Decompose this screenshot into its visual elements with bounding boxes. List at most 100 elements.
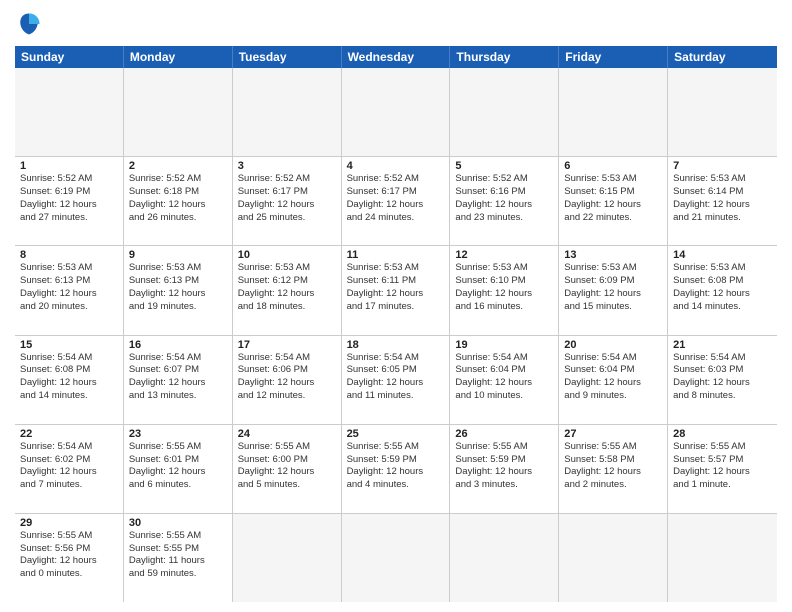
day-number: 14: [673, 249, 772, 261]
daylight: Daylight: 12 hours: [455, 288, 553, 301]
sunrise: Sunrise: 5:54 AM: [20, 441, 118, 454]
sunrise: Sunrise: 5:53 AM: [238, 262, 336, 275]
sunset: Sunset: 6:19 PM: [20, 186, 118, 199]
sunrise: Sunrise: 5:53 AM: [455, 262, 553, 275]
day-number: 12: [455, 249, 553, 261]
logo-icon: [15, 10, 43, 38]
sunrise: Sunrise: 5:54 AM: [347, 352, 445, 365]
daylight2: and 19 minutes.: [129, 301, 227, 314]
sunset: Sunset: 6:14 PM: [673, 186, 772, 199]
daylight2: and 23 minutes.: [455, 212, 553, 225]
calendar-cell: [342, 68, 451, 156]
sunset: Sunset: 6:07 PM: [129, 364, 227, 377]
daylight: Daylight: 12 hours: [238, 377, 336, 390]
sunset: Sunset: 5:55 PM: [129, 543, 227, 556]
sunset: Sunset: 6:00 PM: [238, 454, 336, 467]
daylight: Daylight: 12 hours: [564, 377, 662, 390]
daylight2: and 3 minutes.: [455, 479, 553, 492]
calendar-cell: [342, 514, 451, 602]
daylight: Daylight: 12 hours: [673, 377, 772, 390]
calendar-header: SundayMondayTuesdayWednesdayThursdayFrid…: [15, 46, 777, 68]
daylight2: and 8 minutes.: [673, 390, 772, 403]
daylight2: and 7 minutes.: [20, 479, 118, 492]
sunset: Sunset: 6:01 PM: [129, 454, 227, 467]
calendar-cell: 5 Sunrise: 5:52 AM Sunset: 6:16 PM Dayli…: [450, 157, 559, 245]
day-number: 2: [129, 160, 227, 172]
daylight: Daylight: 12 hours: [238, 466, 336, 479]
daylight: Daylight: 12 hours: [129, 199, 227, 212]
daylight: Daylight: 12 hours: [129, 466, 227, 479]
calendar-row: 1 Sunrise: 5:52 AM Sunset: 6:19 PM Dayli…: [15, 157, 777, 246]
calendar-cell: [233, 514, 342, 602]
calendar-cell: [668, 68, 777, 156]
sunset: Sunset: 6:08 PM: [20, 364, 118, 377]
sunrise: Sunrise: 5:54 AM: [20, 352, 118, 365]
sunset: Sunset: 6:13 PM: [129, 275, 227, 288]
daylight2: and 1 minute.: [673, 479, 772, 492]
sunrise: Sunrise: 5:52 AM: [129, 173, 227, 186]
sunset: Sunset: 6:06 PM: [238, 364, 336, 377]
day-number: 27: [564, 428, 662, 440]
day-header-wednesday: Wednesday: [342, 46, 451, 68]
calendar-cell: 13 Sunrise: 5:53 AM Sunset: 6:09 PM Dayl…: [559, 246, 668, 334]
calendar-cell: 16 Sunrise: 5:54 AM Sunset: 6:07 PM Dayl…: [124, 336, 233, 424]
daylight: Daylight: 12 hours: [20, 466, 118, 479]
sunrise: Sunrise: 5:55 AM: [455, 441, 553, 454]
day-number: 24: [238, 428, 336, 440]
day-number: 20: [564, 339, 662, 351]
daylight: Daylight: 12 hours: [129, 377, 227, 390]
sunrise: Sunrise: 5:55 AM: [129, 441, 227, 454]
sunset: Sunset: 6:04 PM: [455, 364, 553, 377]
day-number: 5: [455, 160, 553, 172]
sunrise: Sunrise: 5:55 AM: [564, 441, 662, 454]
calendar-cell: [15, 68, 124, 156]
calendar-cell: 20 Sunrise: 5:54 AM Sunset: 6:04 PM Dayl…: [559, 336, 668, 424]
calendar: SundayMondayTuesdayWednesdayThursdayFrid…: [15, 46, 777, 602]
sunrise: Sunrise: 5:55 AM: [673, 441, 772, 454]
calendar-cell: [668, 514, 777, 602]
calendar-cell: 28 Sunrise: 5:55 AM Sunset: 5:57 PM Dayl…: [668, 425, 777, 513]
day-number: 21: [673, 339, 772, 351]
calendar-cell: 11 Sunrise: 5:53 AM Sunset: 6:11 PM Dayl…: [342, 246, 451, 334]
calendar-cell: 18 Sunrise: 5:54 AM Sunset: 6:05 PM Dayl…: [342, 336, 451, 424]
sunset: Sunset: 6:17 PM: [347, 186, 445, 199]
daylight: Daylight: 12 hours: [347, 199, 445, 212]
day-header-saturday: Saturday: [668, 46, 777, 68]
sunrise: Sunrise: 5:54 AM: [673, 352, 772, 365]
daylight: Daylight: 12 hours: [347, 466, 445, 479]
sunrise: Sunrise: 5:55 AM: [238, 441, 336, 454]
calendar-cell: [450, 514, 559, 602]
sunrise: Sunrise: 5:54 AM: [238, 352, 336, 365]
logo: [15, 10, 47, 38]
daylight2: and 25 minutes.: [238, 212, 336, 225]
daylight2: and 16 minutes.: [455, 301, 553, 314]
daylight: Daylight: 12 hours: [347, 288, 445, 301]
daylight: Daylight: 12 hours: [673, 288, 772, 301]
calendar-cell: [124, 68, 233, 156]
daylight2: and 14 minutes.: [20, 390, 118, 403]
calendar-cell: 17 Sunrise: 5:54 AM Sunset: 6:06 PM Dayl…: [233, 336, 342, 424]
calendar-cell: 6 Sunrise: 5:53 AM Sunset: 6:15 PM Dayli…: [559, 157, 668, 245]
day-header-tuesday: Tuesday: [233, 46, 342, 68]
sunrise: Sunrise: 5:52 AM: [238, 173, 336, 186]
day-number: 10: [238, 249, 336, 261]
day-number: 7: [673, 160, 772, 172]
day-number: 3: [238, 160, 336, 172]
sunset: Sunset: 5:56 PM: [20, 543, 118, 556]
day-number: 8: [20, 249, 118, 261]
day-number: 26: [455, 428, 553, 440]
sunset: Sunset: 5:57 PM: [673, 454, 772, 467]
sunrise: Sunrise: 5:54 AM: [129, 352, 227, 365]
day-number: 25: [347, 428, 445, 440]
daylight: Daylight: 12 hours: [20, 555, 118, 568]
sunset: Sunset: 6:08 PM: [673, 275, 772, 288]
sunset: Sunset: 5:59 PM: [455, 454, 553, 467]
calendar-cell: 26 Sunrise: 5:55 AM Sunset: 5:59 PM Dayl…: [450, 425, 559, 513]
day-number: 16: [129, 339, 227, 351]
sunset: Sunset: 6:10 PM: [455, 275, 553, 288]
daylight: Daylight: 12 hours: [238, 288, 336, 301]
daylight2: and 12 minutes.: [238, 390, 336, 403]
daylight2: and 10 minutes.: [455, 390, 553, 403]
day-number: 29: [20, 517, 118, 529]
calendar-cell: 25 Sunrise: 5:55 AM Sunset: 5:59 PM Dayl…: [342, 425, 451, 513]
